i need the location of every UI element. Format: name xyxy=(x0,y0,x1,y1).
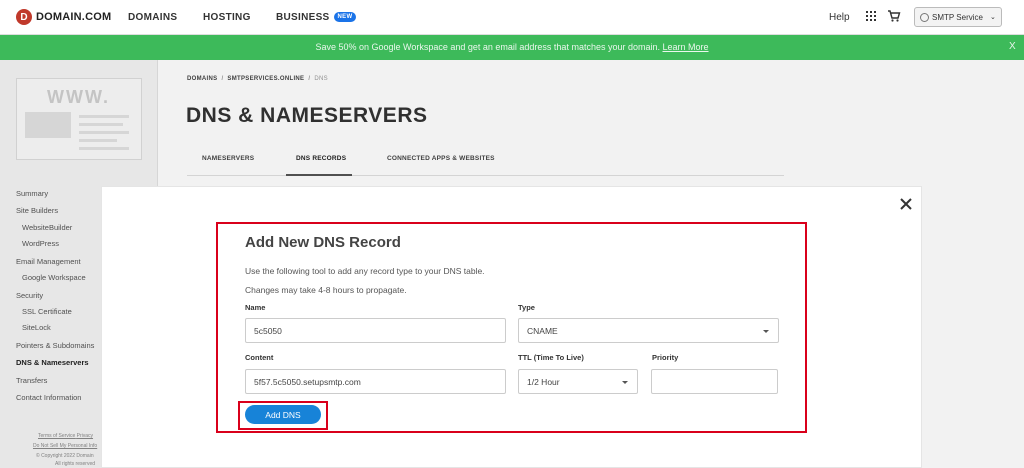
close-icon[interactable] xyxy=(899,197,913,211)
help-link[interactable]: Help xyxy=(829,12,850,23)
logo-badge-icon: D xyxy=(16,9,32,25)
promo-banner-text: Save 50% on Google Workspace and get an … xyxy=(0,42,1024,52)
nav-hosting-link[interactable]: HOSTING xyxy=(203,12,251,23)
priority-field-label: Priority xyxy=(652,353,679,362)
type-field-label: Type xyxy=(518,303,535,312)
banner-close-icon[interactable]: X xyxy=(1009,41,1016,52)
modal-description: Use the following tool to add any record… xyxy=(245,266,485,276)
avatar-icon xyxy=(920,12,929,22)
chevron-down-icon xyxy=(622,381,628,384)
ttl-select-value: 1/2 Hour xyxy=(527,376,560,387)
content-input[interactable] xyxy=(245,369,506,394)
modal-propagation-note: Changes may take 4-8 hours to propagate. xyxy=(245,285,407,295)
cart-icon[interactable] xyxy=(887,9,901,23)
name-input[interactable] xyxy=(245,318,506,343)
promo-message: Save 50% on Google Workspace and get an … xyxy=(315,42,660,52)
content-field-label: Content xyxy=(245,353,274,362)
domain-logo[interactable]: D DOMAIN.COM xyxy=(16,9,111,25)
account-name: SMTP Service xyxy=(932,12,983,22)
chevron-down-icon: ⌄ xyxy=(989,14,996,21)
chevron-down-icon xyxy=(763,330,769,333)
priority-input[interactable] xyxy=(651,369,778,394)
learn-more-link[interactable]: Learn More xyxy=(663,42,709,52)
type-select[interactable]: CNAME xyxy=(518,318,779,343)
grid-icon[interactable] xyxy=(866,11,876,21)
nav-domains-link[interactable]: DOMAINS xyxy=(128,12,177,23)
name-field-label: Name xyxy=(245,303,266,312)
add-dns-button[interactable]: Add DNS xyxy=(245,405,321,424)
type-select-value: CNAME xyxy=(527,325,558,336)
ttl-select[interactable]: 1/2 Hour xyxy=(518,369,638,394)
nav-business-link[interactable]: BUSINESS NEW xyxy=(276,12,357,23)
nav-business-label: BUSINESS xyxy=(276,12,330,23)
top-nav: D DOMAIN.COM DOMAINS HOSTING BUSINESS NEW… xyxy=(0,0,1024,35)
promo-banner: Save 50% on Google Workspace and get an … xyxy=(0,35,1024,60)
ttl-field-label: TTL (Time To Live) xyxy=(518,353,584,362)
logo-text: DOMAIN.COM xyxy=(36,11,112,23)
new-badge: NEW xyxy=(333,12,357,23)
modal-title: Add New DNS Record xyxy=(245,234,401,251)
account-menu[interactable]: SMTP Service ⌄ xyxy=(914,7,1002,27)
